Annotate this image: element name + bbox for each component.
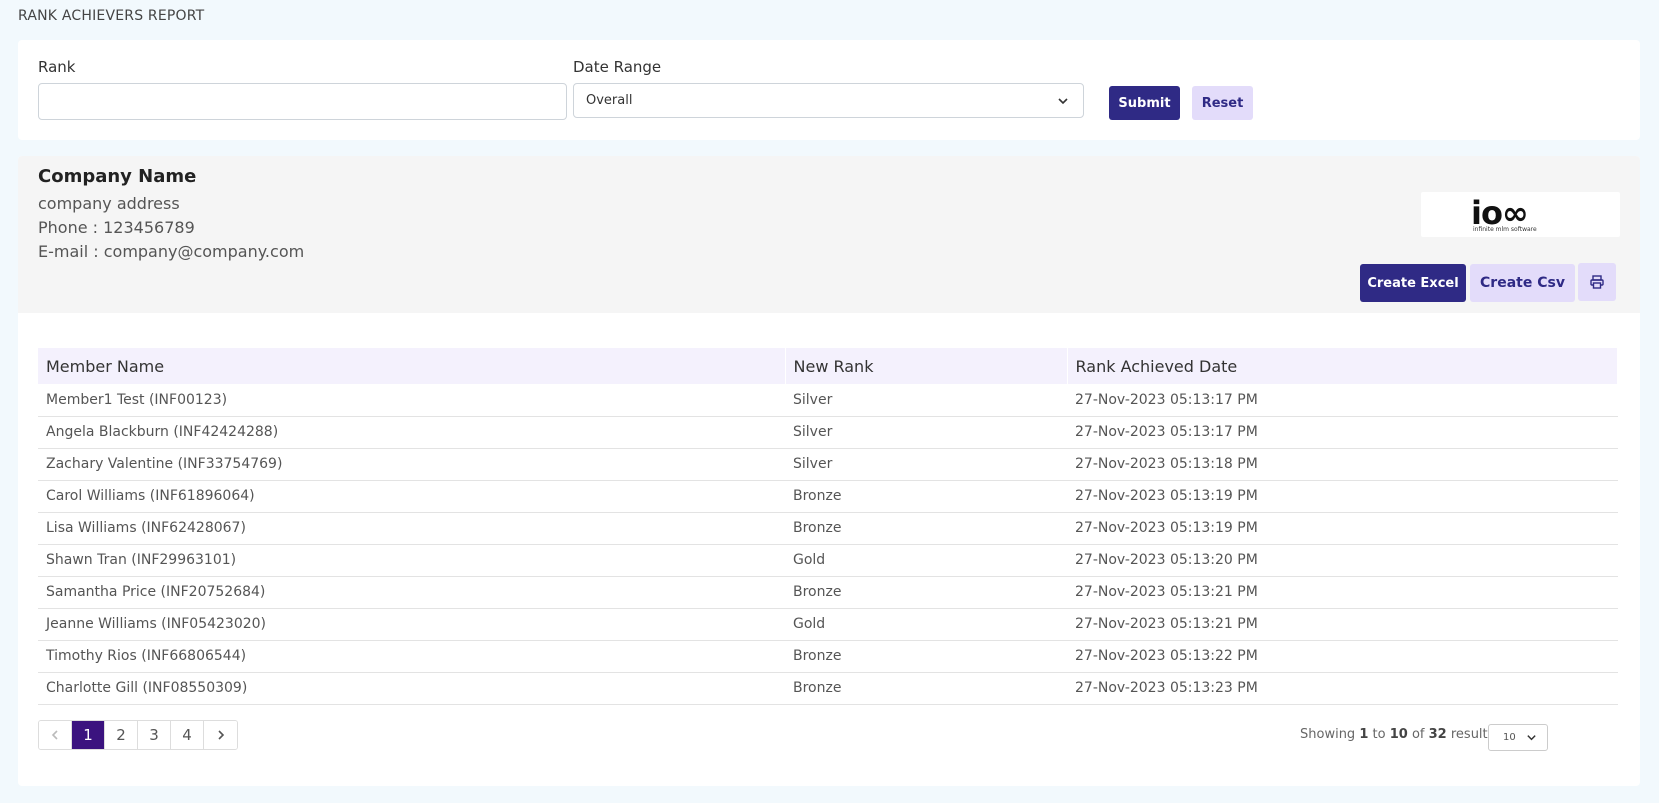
results-summary: Showing 1 to 10 of 32 results (1300, 727, 1494, 742)
member-name-cell: Carol Williams (INF61896064) (38, 480, 785, 513)
rank-date-cell: 27-Nov-2023 05:13:20 PM (1067, 544, 1618, 577)
company-email: E-mail : company@company.com (38, 242, 305, 261)
chevron-right-icon (217, 730, 224, 740)
company-address: company address (38, 194, 180, 213)
rank-achievers-table: Member Name New Rank Rank Achieved Date … (38, 348, 1618, 705)
table-row: Jeanne Williams (INF05423020) Gold 27-No… (38, 608, 1618, 641)
new-rank-cell: Bronze (785, 480, 1067, 513)
create-excel-button[interactable]: Create Excel (1360, 264, 1466, 302)
new-rank-cell: Silver (785, 384, 1067, 417)
table-row: Carol Williams (INF61896064) Bronze 27-N… (38, 480, 1618, 513)
new-rank-cell: Bronze (785, 512, 1067, 545)
print-button[interactable] (1578, 263, 1616, 301)
table-row: Shawn Tran (INF29963101) Gold 27-Nov-202… (38, 544, 1618, 577)
company-header: Company Name company address Phone : 123… (18, 156, 1640, 313)
page-button-4[interactable]: 4 (171, 721, 204, 749)
member-name-cell: Timothy Rios (INF66806544) (38, 640, 785, 673)
new-rank-cell: Gold (785, 544, 1067, 577)
rank-date-cell: 27-Nov-2023 05:13:17 PM (1067, 384, 1618, 417)
per-page-select[interactable]: 10 (1488, 724, 1548, 751)
print-icon (1590, 275, 1604, 289)
prev-page-button[interactable] (39, 721, 72, 749)
column-header-member-name: Member Name (38, 348, 786, 384)
date-range-value: Overall (586, 93, 633, 108)
create-csv-button[interactable]: Create Csv (1470, 264, 1575, 302)
table-row: Samantha Price (INF20752684) Bronze 27-N… (38, 576, 1618, 609)
chevron-down-icon (1058, 98, 1068, 105)
page-button-1[interactable]: 1 (72, 721, 105, 749)
table-row: Angela Blackburn (INF42424288) Silver 27… (38, 416, 1618, 449)
new-rank-cell: Gold (785, 608, 1067, 641)
company-name: Company Name (38, 166, 197, 187)
logo-subtext: infinite mlm software (1473, 226, 1537, 233)
rank-date-cell: 27-Nov-2023 05:13:19 PM (1067, 480, 1618, 513)
member-name-cell: Angela Blackburn (INF42424288) (38, 416, 785, 449)
company-logo: io∞ infinite mlm software (1421, 192, 1620, 237)
table-row: Lisa Williams (INF62428067) Bronze 27-No… (38, 512, 1618, 545)
page-button-3[interactable]: 3 (138, 721, 171, 749)
chevron-down-icon (1527, 735, 1536, 741)
rank-date-cell: 27-Nov-2023 05:13:21 PM (1067, 576, 1618, 609)
new-rank-cell: Bronze (785, 672, 1067, 705)
rank-label: Rank (38, 58, 76, 76)
member-name-cell: Lisa Williams (INF62428067) (38, 512, 785, 545)
submit-button[interactable]: Submit (1109, 86, 1180, 120)
report-panel: Company Name company address Phone : 123… (18, 156, 1640, 786)
showing-of-word: of (1411, 727, 1425, 742)
next-page-button[interactable] (204, 721, 237, 749)
showing-prefix: Showing (1300, 727, 1356, 742)
reset-button[interactable]: Reset (1192, 86, 1253, 120)
rank-date-cell: 27-Nov-2023 05:13:23 PM (1067, 672, 1618, 705)
rank-date-cell: 27-Nov-2023 05:13:21 PM (1067, 608, 1618, 641)
rank-date-cell: 27-Nov-2023 05:13:17 PM (1067, 416, 1618, 449)
member-name-cell: Member1 Test (INF00123) (38, 384, 785, 417)
rank-date-cell: 27-Nov-2023 05:13:22 PM (1067, 640, 1618, 673)
member-name-cell: Shawn Tran (INF29963101) (38, 544, 785, 577)
column-header-rank-achieved-date: Rank Achieved Date (1067, 348, 1618, 384)
member-name-cell: Jeanne Williams (INF05423020) (38, 608, 785, 641)
new-rank-cell: Bronze (785, 576, 1067, 609)
filter-panel: Rank Date Range Overall Submit Reset (18, 40, 1640, 140)
table-row: Member1 Test (INF00123) Silver 27-Nov-20… (38, 384, 1618, 417)
page-title: RANK ACHIEVERS REPORT (18, 8, 205, 24)
member-name-cell: Samantha Price (INF20752684) (38, 576, 785, 609)
per-page-value: 10 (1503, 732, 1516, 743)
table-row: Charlotte Gill (INF08550309) Bronze 27-N… (38, 672, 1618, 705)
table-row: Zachary Valentine (INF33754769) Silver 2… (38, 448, 1618, 481)
column-header-new-rank: New Rank (785, 348, 1068, 384)
rank-input[interactable] (38, 83, 567, 120)
chevron-left-icon (51, 730, 58, 740)
showing-to: 10 (1389, 727, 1408, 742)
showing-to-word: to (1372, 727, 1386, 742)
table-header-row: Member Name New Rank Rank Achieved Date (38, 348, 1618, 384)
company-phone: Phone : 123456789 (38, 218, 195, 237)
rank-date-cell: 27-Nov-2023 05:13:18 PM (1067, 448, 1618, 481)
page-button-2[interactable]: 2 (105, 721, 138, 749)
member-name-cell: Charlotte Gill (INF08550309) (38, 672, 785, 705)
new-rank-cell: Bronze (785, 640, 1067, 673)
showing-from: 1 (1359, 727, 1369, 742)
new-rank-cell: Silver (785, 416, 1067, 449)
new-rank-cell: Silver (785, 448, 1067, 481)
rank-date-cell: 27-Nov-2023 05:13:19 PM (1067, 512, 1618, 545)
table-row: Timothy Rios (INF66806544) Bronze 27-Nov… (38, 640, 1618, 673)
showing-total: 32 (1428, 727, 1447, 742)
date-range-label: Date Range (573, 58, 662, 76)
date-range-select[interactable]: Overall (573, 83, 1084, 118)
pagination: 1 2 3 4 (38, 720, 238, 750)
member-name-cell: Zachary Valentine (INF33754769) (38, 448, 785, 481)
